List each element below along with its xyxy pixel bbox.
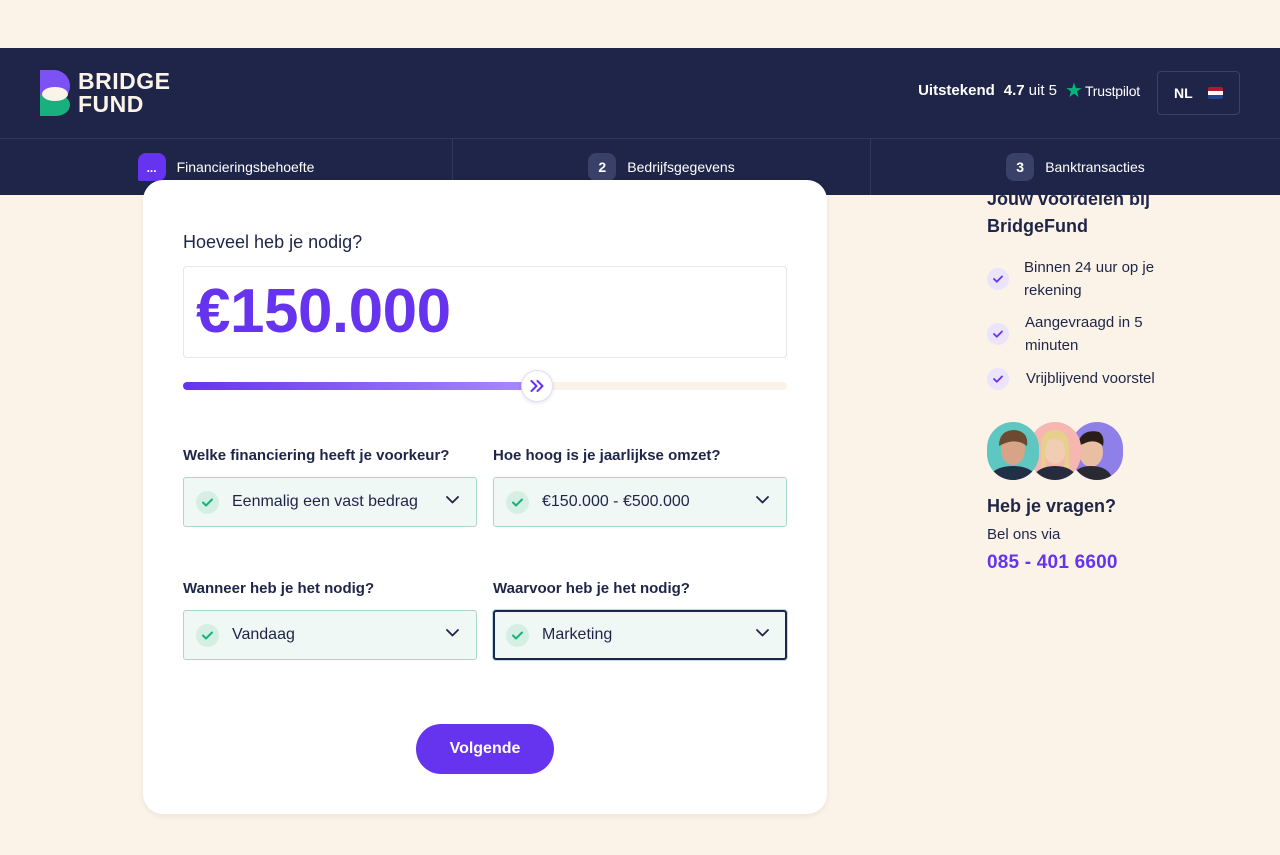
trustpilot-star-icon: ★	[1065, 79, 1083, 102]
purpose-value: Marketing	[542, 626, 613, 643]
check-icon	[196, 624, 219, 647]
bridgefund-logo-icon	[40, 70, 70, 116]
chevron-down-icon	[446, 629, 459, 637]
financing-type-select[interactable]: Eenmalig een vast bedrag	[183, 477, 477, 527]
logo-wordmark: BRIDGE FUND	[78, 70, 170, 116]
benefits-title-line-2: BridgeFund	[987, 216, 1088, 236]
check-icon	[987, 323, 1009, 345]
language-label: NL	[1174, 85, 1193, 101]
bridgefund-logo[interactable]: BRIDGE FUND	[40, 70, 180, 118]
benefit-text: Binnen 24 uur op je rekening	[1024, 256, 1154, 302]
annual-revenue-select[interactable]: €150.000 - €500.000	[493, 477, 787, 527]
financing-type-label: Welke financiering heeft je voorkeur?	[183, 447, 450, 464]
slider-thumb[interactable]	[521, 370, 553, 402]
benefits-title: Jouw voordelen bij BridgeFund	[987, 186, 1227, 240]
benefit-item: Aangevraagd in 5 minuten	[987, 311, 1143, 357]
step-2-label: Bedrijfsgegevens	[627, 159, 735, 175]
amount-slider[interactable]	[183, 370, 787, 402]
annual-revenue-value: €150.000 - €500.000	[542, 493, 690, 510]
rating-score: 4.7	[1003, 82, 1025, 99]
trustpilot-rating[interactable]: Uitstekend 4.7 uit 5 ★ Trustpilot	[918, 79, 1140, 102]
language-selector[interactable]: NL	[1157, 71, 1240, 115]
check-icon	[987, 268, 1009, 290]
purpose-select[interactable]: Marketing	[493, 610, 787, 660]
financing-form-card: Hoeveel heb je nodig? €150.000 Welke fin…	[143, 180, 827, 814]
step-1-label: Financieringsbehoefte	[176, 159, 315, 175]
chevron-down-icon	[756, 629, 769, 637]
benefit-text-line-2: rekening	[1024, 282, 1082, 299]
financing-type-value: Eenmalig een vast bedrag	[232, 493, 418, 510]
step-3-badge: 3	[1006, 153, 1035, 181]
benefit-text-line-1: Vrijblijvend voorstel	[1026, 370, 1155, 387]
when-needed-label: Wanneer heb je het nodig?	[183, 580, 375, 597]
rating-of: uit 5	[1028, 82, 1057, 99]
step-1-badge: ...	[137, 153, 166, 181]
netherlands-flag-icon	[1208, 87, 1223, 99]
call-text: Bel ons via	[987, 526, 1061, 543]
next-button[interactable]: Volgende	[416, 724, 554, 774]
amount-question: Hoeveel heb je nodig?	[183, 232, 363, 252]
when-needed-value: Vandaag	[232, 626, 295, 643]
rating-label: Uitstekend	[918, 82, 995, 99]
benefits-sidebar: Jouw voordelen bij BridgeFund Binnen 24 …	[987, 186, 1227, 573]
phone-link[interactable]: 085 - 401 6600	[987, 552, 1118, 574]
chevron-down-icon	[756, 496, 769, 504]
amount-input[interactable]: €150.000	[183, 266, 787, 358]
check-icon	[506, 491, 529, 514]
benefit-item: Vrijblijvend voorstel	[987, 367, 1155, 390]
benefit-text: Aangevraagd in 5 minuten	[1025, 311, 1143, 357]
double-chevron-right-icon	[530, 380, 544, 392]
step-3-label: Banktransacties	[1045, 159, 1145, 175]
logo-line-2: FUND	[78, 91, 144, 117]
benefit-item: Binnen 24 uur op je rekening	[987, 256, 1154, 302]
annual-revenue-label: Hoe hoog is je jaarlijkse omzet?	[493, 447, 721, 464]
benefit-text-line-1: Aangevraagd in 5	[1025, 314, 1143, 331]
when-needed-select[interactable]: Vandaag	[183, 610, 477, 660]
check-icon	[196, 491, 219, 514]
benefit-text-line-2: minuten	[1025, 337, 1079, 354]
benefit-text: Vrijblijvend voorstel	[1026, 367, 1155, 390]
trustpilot-label: Trustpilot	[1084, 82, 1140, 99]
step-2-badge: 2	[588, 153, 617, 181]
check-icon	[987, 368, 1009, 390]
benefits-title-line-1: Jouw voordelen bij	[987, 189, 1151, 209]
amount-value: €150.000	[196, 277, 451, 346]
slider-fill	[183, 382, 537, 390]
check-icon	[506, 624, 529, 647]
team-avatars	[987, 422, 1127, 482]
avatar	[987, 422, 1039, 480]
top-header: BRIDGE FUND Uitstekend 4.7 uit 5 ★ Trust…	[0, 48, 1280, 138]
chevron-down-icon	[446, 496, 459, 504]
logo-line-1: BRIDGE	[78, 68, 171, 94]
purpose-label: Waarvoor heb je het nodig?	[493, 580, 690, 597]
benefit-text-line-1: Binnen 24 uur op je	[1024, 259, 1155, 276]
questions-title: Heb je vragen?	[987, 496, 1117, 516]
